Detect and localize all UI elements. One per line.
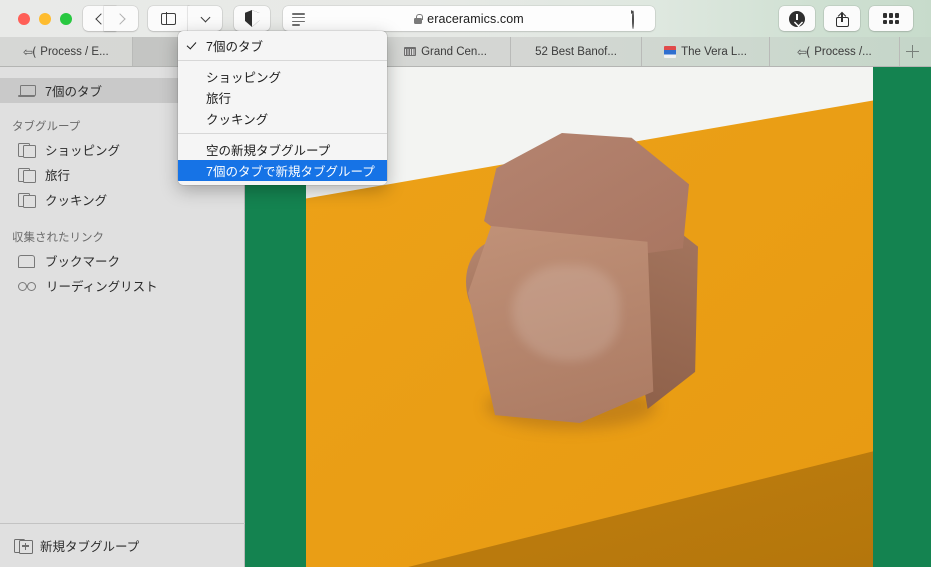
tab-title: Grand Cen...	[421, 46, 487, 58]
toolbar: eraceramics.com	[0, 0, 931, 37]
window-maximize-button[interactable]	[60, 13, 72, 25]
clay-block	[466, 133, 698, 423]
tab-bar: ⇦( Process / E... Grand Cen... 52 Best B…	[0, 37, 931, 67]
lock-icon	[414, 14, 422, 24]
menu-item-label: 7個のタブ	[206, 36, 263, 55]
tab-group-icon	[18, 193, 35, 207]
glasses-icon	[18, 281, 36, 291]
tab-group-icon	[18, 168, 35, 182]
process-icon: ⇦(	[797, 46, 809, 58]
url-text: eraceramics.com	[427, 12, 524, 26]
tab-item[interactable]: ⇦( Process / E...	[0, 37, 133, 66]
laptop-icon	[18, 85, 35, 97]
tab-group-dropdown-menu: 7個のタブ ショッピング 旅行 クッキング 空の新規タブグループ 7個のタブで新…	[178, 31, 387, 185]
chevron-down-icon	[200, 12, 210, 22]
new-tab-button[interactable]	[900, 37, 931, 66]
download-icon	[789, 11, 805, 27]
tab-title: The Vera L...	[681, 46, 747, 58]
new-tab-group-label: 新規タブグループ	[40, 536, 139, 555]
menu-separator	[178, 60, 387, 61]
menu-item-travel[interactable]: 旅行	[178, 87, 387, 108]
safari-window: eraceramics.com ⇦( Process / E...	[0, 0, 931, 567]
tab-item[interactable]: 52 Best Banof...	[511, 37, 642, 66]
menu-item-new-empty-tab-group[interactable]: 空の新規タブグループ	[178, 139, 387, 160]
menu-item-label: 空の新規タブグループ	[206, 140, 330, 159]
sidebar-item-reading-list[interactable]: リーディングリスト	[0, 273, 244, 298]
photo-green-band-right	[873, 67, 931, 567]
tab-title: Process / E...	[40, 46, 108, 58]
tab-item[interactable]: ⇦( Process /...	[770, 37, 900, 66]
menu-item-label: ショッピング	[206, 67, 281, 86]
clay-highlight	[512, 265, 620, 361]
sidebar-item-label: 旅行	[45, 165, 70, 184]
sidebar-item-label: 7個のタブ	[45, 81, 102, 100]
tab-group-menu-button[interactable]	[188, 6, 222, 31]
menu-item-cooking[interactable]: クッキング	[178, 108, 387, 129]
tab-title: Process /...	[814, 46, 872, 58]
share-icon	[836, 11, 849, 27]
grid-icon	[883, 13, 899, 24]
sidebar-section-collected-links: 収集されたリンク	[0, 226, 244, 248]
forward-button[interactable]	[104, 6, 138, 31]
address-bar[interactable]: eraceramics.com	[283, 6, 655, 31]
reload-icon	[632, 10, 634, 29]
menu-item-shopping[interactable]: ショッピング	[178, 66, 387, 87]
process-icon: ⇦(	[23, 46, 35, 58]
address-bar-content: eraceramics.com	[283, 12, 655, 26]
vera-icon	[664, 46, 676, 58]
tab-group-icon	[18, 143, 35, 157]
sidebar-icon	[161, 13, 176, 25]
tab-title: 52 Best Banof...	[535, 46, 617, 58]
sidebar-item-bookmarks[interactable]: ブックマーク	[0, 248, 244, 273]
sidebar-toggle-button[interactable]	[148, 6, 189, 31]
book-icon	[18, 255, 35, 267]
sidebar-item-label: ショッピング	[45, 140, 120, 159]
tab-item[interactable]: Grand Cen...	[381, 37, 511, 66]
menu-item-label: 7個のタブで新規タブグループ	[206, 161, 375, 180]
menu-item-label: クッキング	[206, 109, 268, 128]
checkmark-icon	[187, 39, 197, 49]
new-tab-group-icon	[14, 539, 31, 553]
sidebar-item-cooking[interactable]: クッキング	[0, 187, 244, 212]
share-button[interactable]	[824, 6, 860, 31]
sidebar-item-label: ブックマーク	[45, 251, 120, 270]
plus-icon	[906, 45, 919, 58]
ceramics-photo	[306, 67, 873, 567]
menu-item-label: 旅行	[206, 88, 231, 107]
downloads-button[interactable]	[779, 6, 815, 31]
window-close-button[interactable]	[18, 13, 30, 25]
window-minimize-button[interactable]	[39, 13, 51, 25]
sidebar-item-label: クッキング	[45, 190, 107, 209]
tab-item[interactable]: The Vera L...	[642, 37, 770, 66]
sidebar-footer: 新規タブグループ	[0, 523, 245, 567]
menu-separator	[178, 133, 387, 134]
sidebar-item-label: リーディングリスト	[46, 276, 158, 295]
menu-item-new-tab-group-with-tabs[interactable]: 7個のタブで新規タブグループ	[178, 160, 387, 181]
reload-button[interactable]	[632, 11, 647, 26]
new-tab-group-button[interactable]: 新規タブグループ	[0, 536, 139, 555]
chevron-right-icon	[114, 13, 125, 24]
menu-item-all-tabs[interactable]: 7個のタブ	[178, 35, 387, 56]
shield-icon	[245, 10, 260, 27]
privacy-report-button[interactable]	[234, 6, 270, 31]
keyboard-icon	[404, 46, 416, 58]
tab-overview-button[interactable]	[869, 6, 913, 31]
